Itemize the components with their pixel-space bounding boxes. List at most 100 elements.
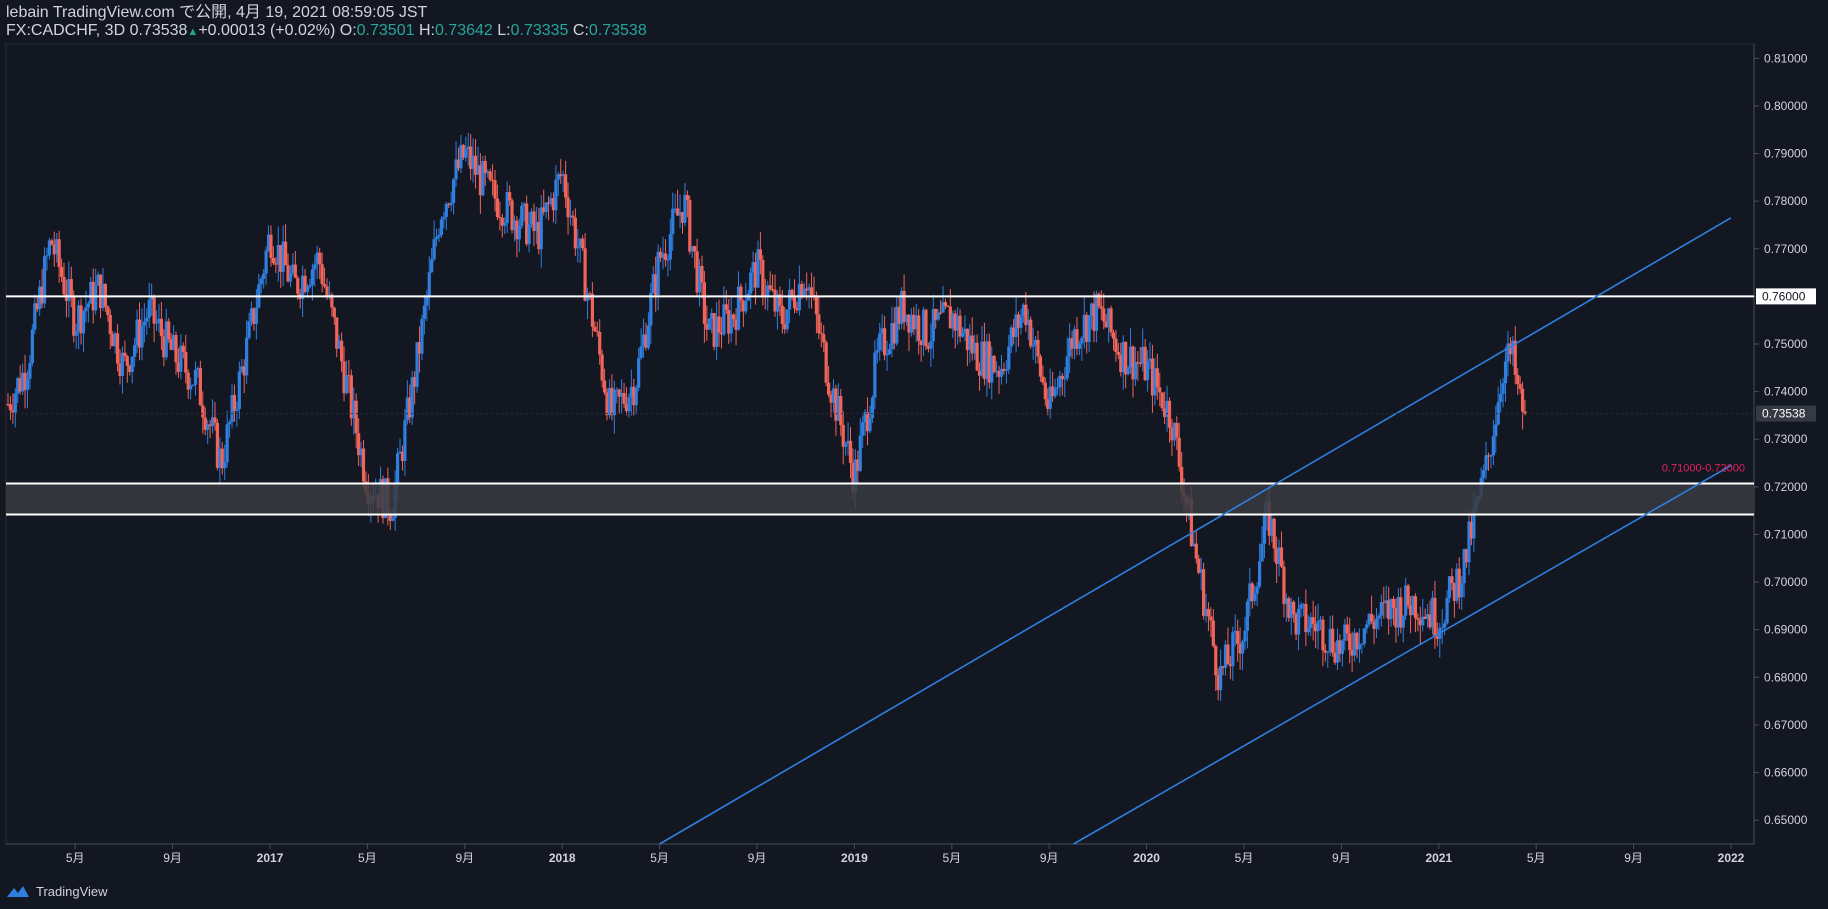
- candle-body: [1065, 356, 1069, 379]
- candle-body: [495, 198, 500, 218]
- candle-body: [1160, 392, 1164, 409]
- candle-body: [425, 295, 429, 306]
- candle-body: [1433, 597, 1437, 637]
- candle-body: [115, 333, 120, 364]
- candle-body: [598, 332, 602, 355]
- y-tick-label: 0.66000: [1764, 766, 1808, 780]
- candle-body: [493, 180, 497, 199]
- candle-body: [646, 325, 651, 348]
- candle-body: [59, 266, 64, 277]
- y-tick-label: 0.65000: [1764, 813, 1808, 827]
- candle-body: [564, 174, 568, 198]
- candle-body: [1460, 583, 1464, 598]
- candle-body: [1379, 602, 1383, 616]
- candle-body: [193, 370, 198, 385]
- candle-body: [1282, 566, 1286, 604]
- candle-body: [785, 309, 789, 330]
- candle-body: [225, 424, 229, 463]
- candle-body: [1004, 369, 1008, 371]
- candle-body: [439, 219, 444, 236]
- candle-body: [1116, 352, 1120, 355]
- candle-body: [656, 251, 660, 296]
- x-tick-label: 5月: [66, 851, 85, 865]
- candle-body: [573, 217, 577, 249]
- candle-body: [1357, 644, 1362, 650]
- candle-body: [1391, 598, 1396, 608]
- candle-body: [814, 295, 819, 315]
- candle-body: [1099, 306, 1103, 309]
- candle-body: [1443, 623, 1447, 628]
- candle-body: [761, 259, 765, 296]
- candle-body: [685, 194, 689, 200]
- brand-label: TradingView: [36, 883, 108, 899]
- trend-line[interactable]: [1073, 464, 1732, 845]
- x-tick-label: 9月: [1332, 851, 1351, 865]
- candle-body: [1321, 619, 1325, 651]
- candle-body: [8, 404, 13, 411]
- candle-body: [142, 321, 146, 326]
- candle-body: [809, 287, 814, 296]
- candle-body: [1331, 628, 1335, 653]
- candle-body: [1126, 367, 1130, 375]
- candle-body: [344, 375, 349, 394]
- candle-body: [437, 235, 441, 238]
- candle-body: [174, 334, 178, 363]
- candle-body: [1019, 316, 1023, 328]
- candle-body: [576, 247, 580, 249]
- y-tick-label: 0.81000: [1764, 51, 1808, 65]
- candle-body: [1520, 388, 1525, 412]
- candle-body: [936, 312, 940, 320]
- candle-body: [254, 307, 258, 325]
- candle-body: [1494, 424, 1498, 437]
- candle-body: [693, 246, 697, 252]
- candle-body: [583, 248, 587, 301]
- candle-body: [1145, 361, 1150, 381]
- candle-body: [666, 259, 670, 261]
- candle-body: [1041, 376, 1045, 383]
- candle-body: [57, 239, 61, 267]
- candle-body: [293, 264, 297, 278]
- candle-body: [25, 378, 30, 390]
- x-tick-label: 9月: [455, 851, 474, 865]
- candle-body: [305, 286, 310, 292]
- zone-label: 0.71000-0.72000: [1662, 463, 1745, 475]
- candle-body: [602, 380, 607, 393]
- candle-body: [1055, 387, 1060, 389]
- candle-body: [873, 352, 877, 398]
- candle-body: [403, 420, 407, 461]
- candle-body: [325, 286, 329, 296]
- trend-lines[interactable]: [659, 217, 1732, 845]
- trend-line[interactable]: [659, 217, 1732, 845]
- y-tick-label: 0.79000: [1764, 147, 1808, 161]
- candle-body: [1167, 400, 1172, 428]
- candle-body: [520, 205, 524, 227]
- candle-body: [593, 326, 597, 332]
- candle-body: [1482, 470, 1486, 478]
- candle-body: [861, 422, 865, 436]
- candle-body: [826, 382, 831, 395]
- candle-body: [668, 234, 672, 260]
- candle-body: [612, 389, 616, 416]
- candle-body: [427, 272, 431, 296]
- candle-body: [1501, 383, 1505, 394]
- candle-body: [1311, 617, 1315, 625]
- candle-body: [84, 307, 88, 312]
- candle-body: [943, 302, 948, 307]
- candle-body: [30, 329, 34, 364]
- price-chart[interactable]: 0.81000 0.80000 0.79000 0.78000 0.77000 0.760…: [0, 0, 1828, 878]
- candle-body: [1279, 547, 1284, 567]
- candle-body: [189, 385, 193, 390]
- candle-body: [1114, 338, 1118, 353]
- candle-body: [1211, 620, 1215, 646]
- candle-body: [1440, 627, 1444, 629]
- candle-body: [1489, 455, 1493, 457]
- candle-body: [844, 443, 848, 447]
- candle-body: [1201, 569, 1206, 616]
- candle-body: [1262, 515, 1267, 544]
- candle-body: [184, 351, 188, 373]
- candle-body: [768, 285, 772, 290]
- candle-body: [449, 202, 453, 206]
- x-tick-label: 2020: [1133, 851, 1160, 865]
- candle-body: [539, 207, 543, 250]
- candle-body: [1175, 422, 1179, 438]
